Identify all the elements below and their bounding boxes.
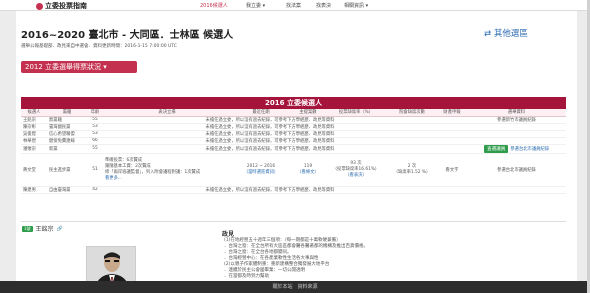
bills-cell: 119 （看條文） — [291, 153, 325, 187]
candidate-age: 66 — [87, 137, 103, 145]
nav-item-legislators[interactable]: 我立委 ▾ — [246, 2, 265, 9]
col-header-name: 候選人 — [21, 109, 47, 117]
records-cell: 查選議員 參選台北市議員紀錄 — [467, 144, 566, 154]
no-record-note: 未擔任過立委，所以沒有過去紀錄，可參考下方學經歷、政見等資料 — [103, 144, 437, 154]
candidate-age: 51 — [87, 153, 103, 187]
candidate-age: 53 — [87, 130, 103, 138]
candidate-name[interactable]: 潘懷宗 — [21, 144, 47, 154]
main-container: 2016~2020 臺北市 - 大同區．士林區 候選人 選舉公報基礎部．政見來自… — [16, 11, 577, 288]
year-selector-dropdown[interactable]: 2012 立委選舉得票狀況 ▾ — [21, 61, 137, 73]
candidate-age: 55 — [87, 116, 103, 124]
property-cell — [437, 123, 467, 131]
candidate-party: 信心希望聯盟 — [47, 130, 87, 138]
nav-item-bills[interactable]: 找法案 — [286, 2, 301, 9]
col-header-records: 選舉資料 — [467, 109, 566, 117]
other-districts-link[interactable]: ⇄ 其他選區 — [484, 27, 528, 39]
property-link[interactable]: 看文字 — [437, 153, 467, 187]
candidate-profile-header: 1號 王銘宗 🔗 — [22, 224, 63, 233]
candidate-profile-name: 王銘宗 — [35, 226, 54, 233]
records-link[interactable]: 參選台北市議員紀錄 — [510, 147, 549, 152]
candidate-party: 民主進步黨 — [47, 153, 87, 187]
absent-count-cell: 2 次 （缺席率1.52 %） — [387, 153, 437, 187]
candidates-table: 候選人 黨籍 年齡 表決立場 最近任期 主提案數 投票缺席率（%） 院會缺席次數… — [21, 109, 566, 194]
col-header-party: 黨籍 — [47, 109, 87, 117]
district-info-link[interactable]: （當時選區資訊） — [231, 170, 291, 176]
top-navbar: 立委投票指南 2016候選人 我立委 ▾ 找法案 找表決 相關資訊 ▾ — [0, 0, 590, 11]
candidate-name[interactable]: 陳宗彰 — [21, 123, 47, 131]
table-row-incumbent: 蔣文堂 民主進步黨 51 準確投票：6次贊成 跟隨基本工資：2次贊成 修「兩岸協… — [21, 153, 566, 187]
nav-item-info[interactable]: 相關資訊 ▾ — [344, 2, 368, 9]
table-row: 陳建男 自由臺灣黨 42 未擔任過立委，所以沒有過去紀錄，可參考下方學經歷、政見… — [21, 186, 566, 194]
col-header-property: 財產申報 — [437, 109, 467, 117]
candidate-party: 健保免費連線 — [47, 137, 87, 145]
platform-list: (1)在地經營五十週年三個項：（每一期都是十萬軟硬兼備） ．台灣之窗：在全台所有… — [224, 238, 368, 280]
logo-icon — [36, 2, 43, 10]
candidate-party: 新黨 — [47, 144, 87, 154]
candidate-number-badge: 1號 — [22, 225, 33, 232]
candidate-party: 臺灣國民黨 — [47, 123, 87, 131]
no-record-note: 未擔任過立委，所以沒有過去紀錄，可參考下方學經歷、政見等資料 — [103, 186, 437, 194]
no-record-note: 未擔任過立委，所以沒有過去紀錄，可參考下方學經歷、政見等資料 — [103, 130, 437, 138]
property-cell — [437, 116, 467, 124]
col-header-absent-rate: 投票缺席率（%） — [325, 109, 387, 117]
table-row: 潘懷宗 新黨 55 未擔任過立委，所以沒有過去紀錄，可參考下方學經歷、政見等資料… — [21, 144, 566, 154]
records-cell — [467, 137, 566, 145]
link-icon[interactable]: 🔗 — [57, 226, 63, 232]
col-header-age: 年齡 — [87, 109, 103, 117]
nav-item-votes[interactable]: 找表決 — [316, 2, 331, 9]
footer[interactable]: 關於本站 資料來源 — [0, 281, 590, 293]
property-cell — [437, 144, 467, 154]
property-cell — [437, 137, 467, 145]
no-record-note: 未擔任過立委，所以沒有過去紀錄，可參考下方學經歷、政見等資料 — [103, 123, 437, 131]
see-more-link[interactable]: 看更多... — [105, 176, 231, 182]
col-header-term: 最近任期 — [231, 109, 291, 117]
brand-title: 立委投票指南 — [45, 2, 87, 10]
candidate-name[interactable]: 王銘宗 — [21, 116, 47, 124]
records-cell — [467, 186, 566, 194]
check-councilor-button[interactable]: 查選議員 — [483, 144, 509, 152]
candidate-name[interactable]: 林華煜 — [21, 137, 47, 145]
property-cell — [437, 186, 467, 194]
col-header-bills: 主提案數 — [291, 109, 325, 117]
view-bills-link[interactable]: （看條文） — [291, 170, 325, 176]
records-cell — [467, 123, 566, 131]
view-votes-link[interactable]: （看表決） — [325, 173, 387, 179]
records-link[interactable]: 參選新竹市議員紀錄 — [467, 116, 566, 124]
absent-rate-cell: 93 次 （投票缺席率16.61%） （看表決） — [325, 153, 387, 187]
other-districts-label: 其他選區 — [493, 29, 528, 39]
candidate-age: 55 — [87, 144, 103, 154]
absent-count-rate: （缺席率1.52 %） — [393, 169, 431, 175]
candidate-party: 自由臺灣黨 — [47, 186, 87, 194]
candidate-name[interactable]: 吳俊煌 — [21, 130, 47, 138]
no-record-note: 未擔任過立委，所以沒有過去紀錄，可參考下方學經歷、政見等資料 — [103, 137, 437, 145]
col-header-absent-count: 院會缺席次數 — [387, 109, 437, 117]
brand-logo[interactable]: 立委投票指南 — [36, 1, 87, 11]
table-row: 陳宗彰 臺灣國民黨 53 未擔任過立委，所以沒有過去紀錄，可參考下方學經歷、政見… — [21, 123, 566, 131]
candidate-name[interactable]: 陳建男 — [21, 186, 47, 194]
nav-item-candidates[interactable]: 2016候選人 — [200, 2, 228, 9]
divider — [21, 221, 566, 222]
records-link[interactable]: 參選台北市議員紀錄 — [467, 153, 566, 187]
table-row: 王銘宗 無黨籍 55 未擔任過立委，所以沒有過去紀錄，可參考下方學經歷、政見等資… — [21, 116, 566, 124]
records-cell — [467, 130, 566, 138]
no-record-note: 未擔任過立委，所以沒有過去紀錄，可參考下方學經歷、政見等資料 — [103, 116, 437, 124]
platform-item: ．在當都及時到力幫助 — [224, 274, 269, 279]
platform-title: 政見 — [222, 231, 235, 238]
term-cell: 2012 ~ 2016 （當時選區資訊） — [231, 153, 291, 187]
property-cell — [437, 130, 467, 138]
table-header-row: 候選人 黨籍 年齡 表決立場 最近任期 主提案數 投票缺席率（%） 院會缺席次數… — [21, 109, 566, 117]
table-row: 吳俊煌 信心希望聯盟 53 未擔任過立委，所以沒有過去紀錄，可參考下方學經歷、政… — [21, 130, 566, 138]
vote-stance-list: 準確投票：6次贊成 跟隨基本工資：2次贊成 修「兩岸協議監督」，列入附會議程附議… — [103, 153, 231, 187]
page-title: 2016~2020 臺北市 - 大同區．士林區 候選人 — [21, 30, 234, 41]
page-subtitle: 選舉公報基礎部．政見來自中選會．資料更新時間：2016-1-15 7:00:00… — [21, 44, 177, 49]
candidate-party: 無黨籍 — [47, 116, 87, 124]
arrow-left-icon: ⇄ — [484, 29, 494, 39]
col-header-stance: 表決立場 — [103, 109, 231, 117]
candidate-age: 42 — [87, 186, 103, 194]
candidate-age: 53 — [87, 123, 103, 131]
section-title: 2016 立委候選人 — [21, 97, 566, 109]
table-row: 林華煜 健保免費連線 66 未擔任過立委，所以沒有過去紀錄，可參考下方學經歷、政… — [21, 137, 566, 145]
absent-rate: （投票缺席率16.61%） — [332, 166, 380, 172]
candidate-name[interactable]: 蔣文堂 — [21, 153, 47, 187]
